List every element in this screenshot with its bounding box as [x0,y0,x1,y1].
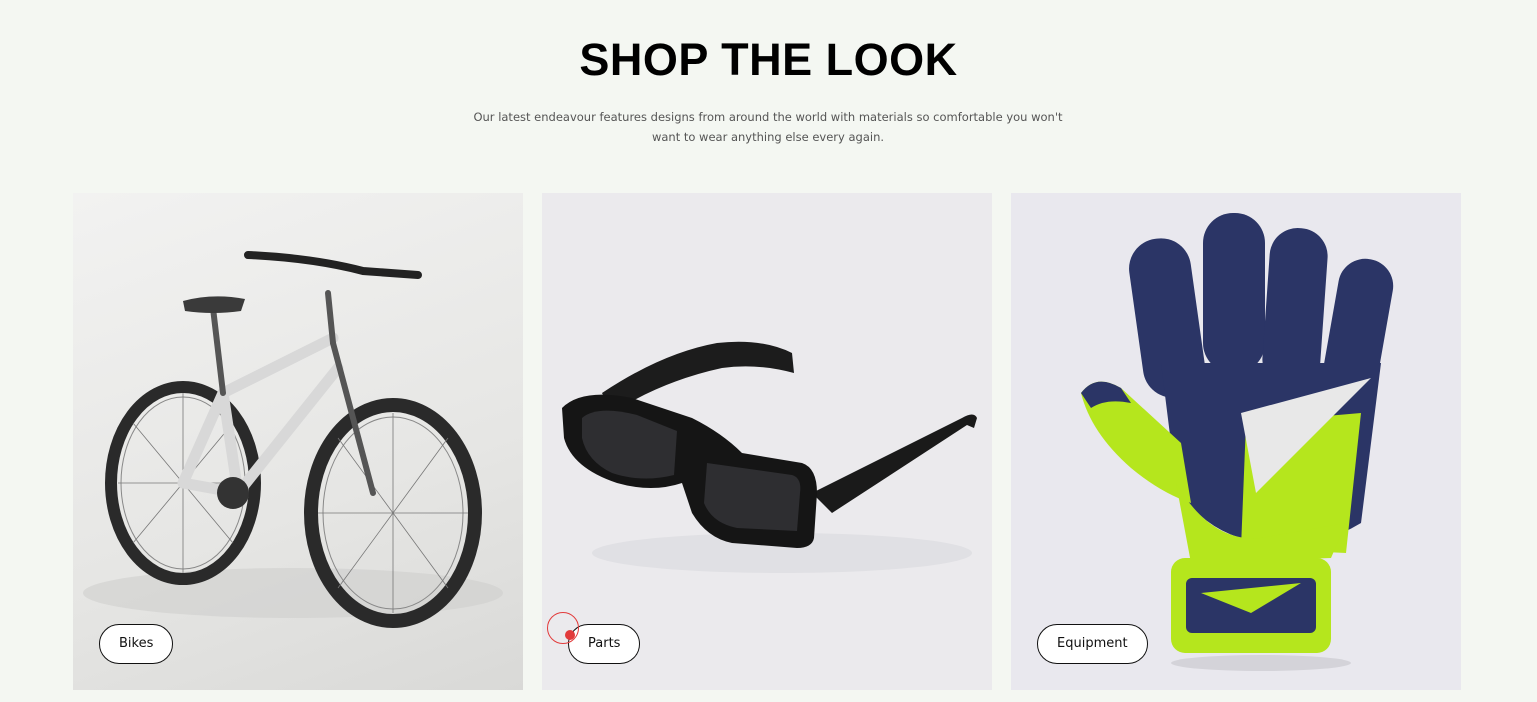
category-pill-parts[interactable]: Parts [568,624,641,664]
category-pill-equipment[interactable]: Equipment [1037,624,1148,664]
bicycle-image [83,251,503,628]
sunglasses-image [562,341,977,573]
category-pill-bikes[interactable]: Bikes [99,624,174,664]
category-card-bikes[interactable]: Bikes [73,193,523,690]
category-card-parts[interactable]: Parts [542,193,992,690]
section-title: SHOP THE LOOK [579,34,958,85]
section-description: Our latest endeavour features designs fr… [473,110,1063,144]
goalkeeper-glove-image [1081,213,1394,671]
category-card-equipment[interactable]: Equipment [1011,193,1461,690]
